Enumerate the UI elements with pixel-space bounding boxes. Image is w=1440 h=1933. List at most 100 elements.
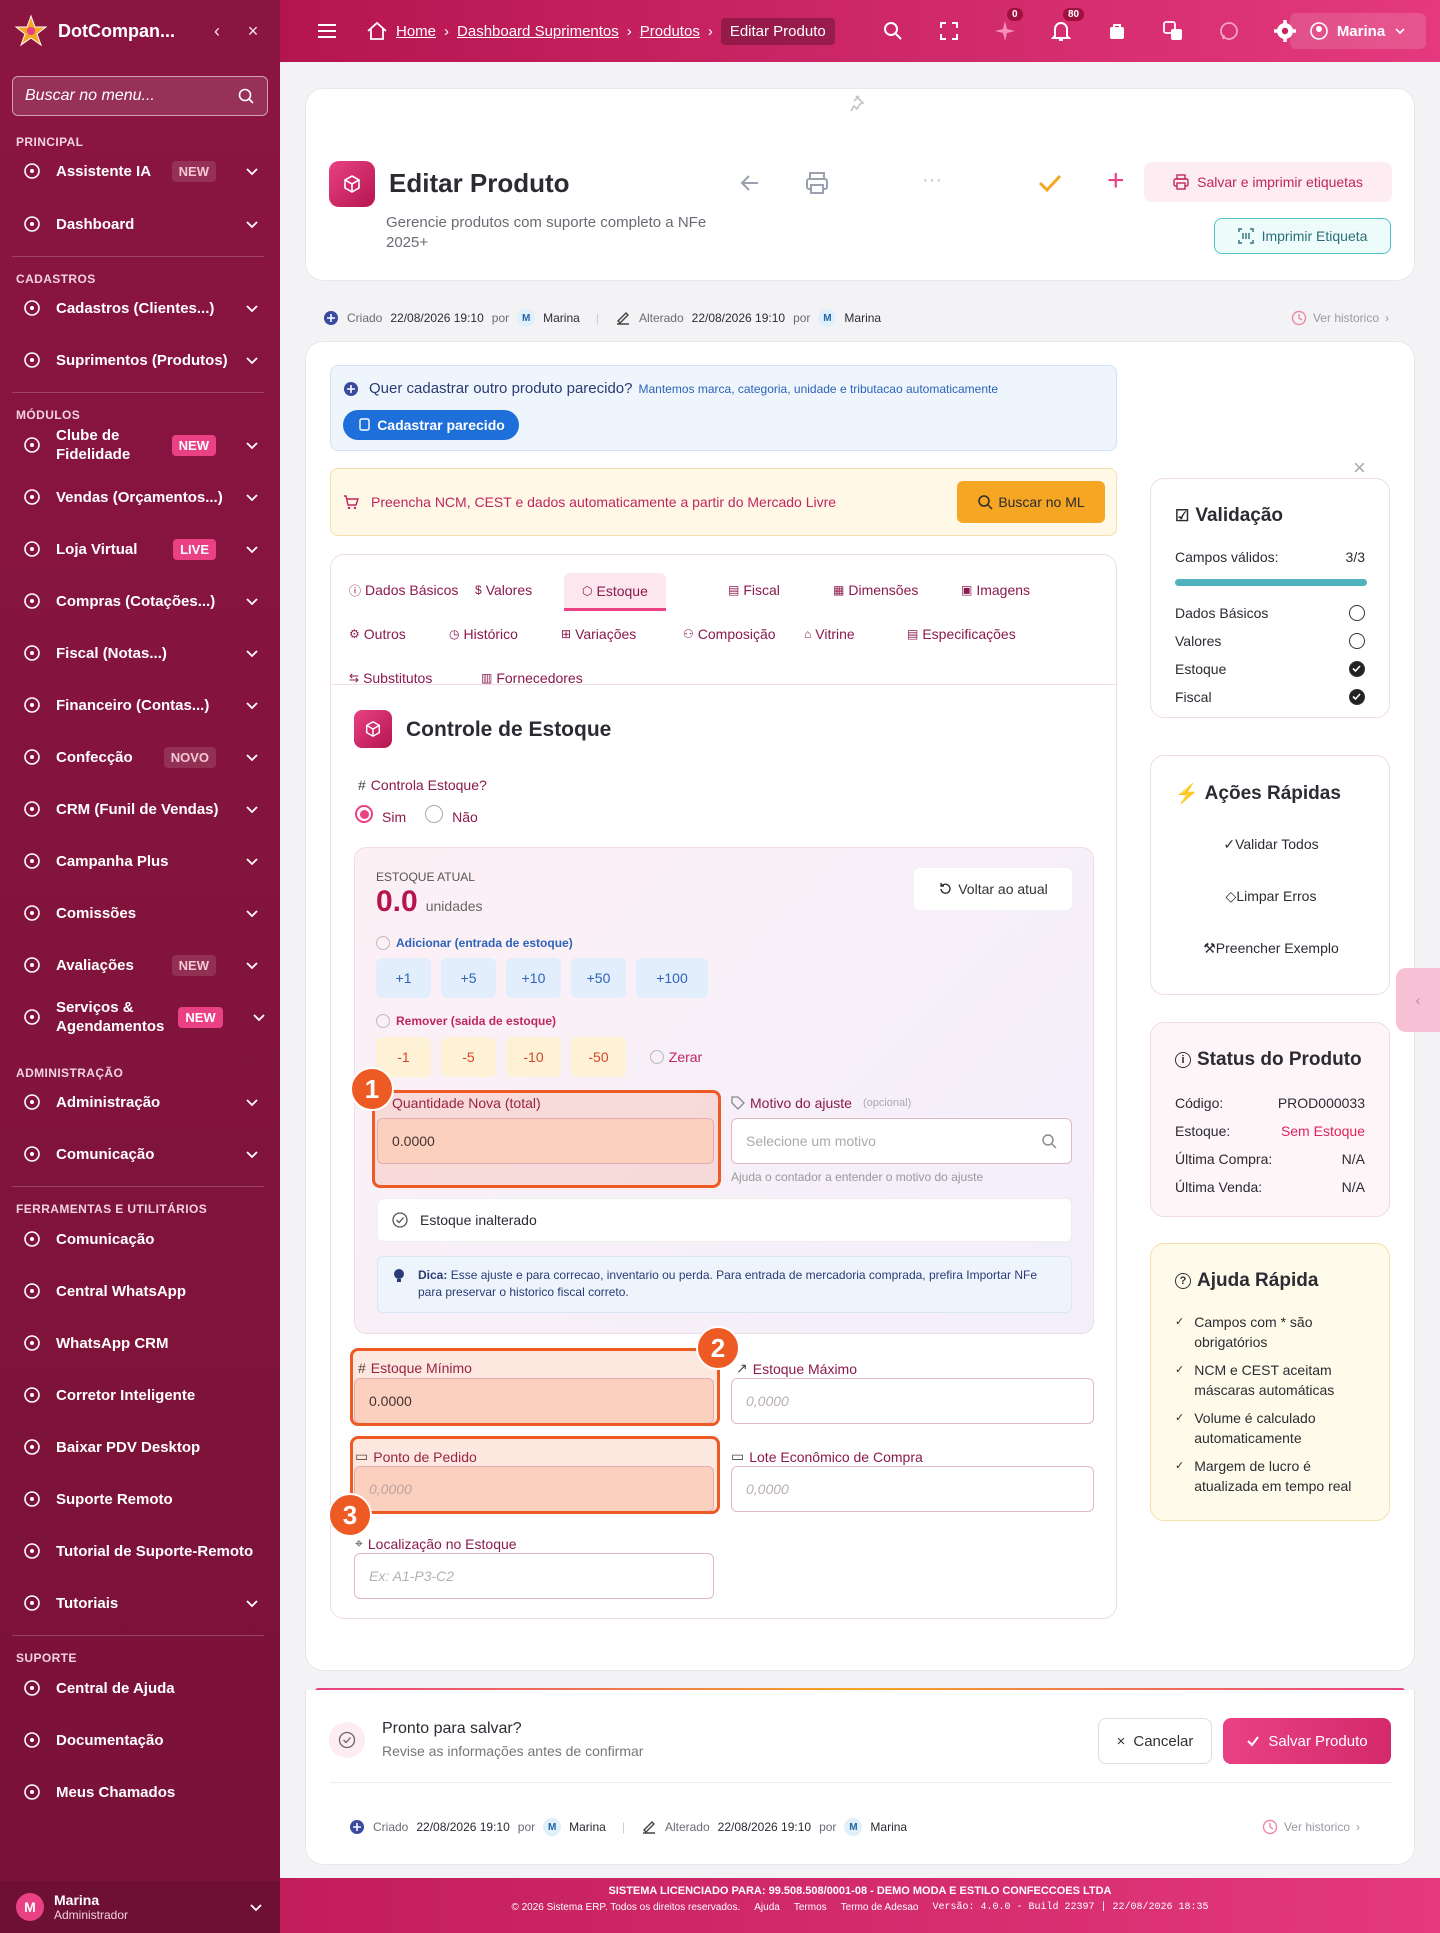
tab-histórico[interactable]: ◷ Histórico — [449, 615, 518, 653]
pin-icon[interactable] — [848, 93, 870, 115]
view-history-link[interactable]: Ver historico › — [1262, 1819, 1360, 1835]
remove-stock-button[interactable]: -5 — [441, 1037, 496, 1077]
sidebar-item-27[interactable]: Documentação — [0, 1729, 280, 1751]
sparkle-icon — [24, 163, 40, 179]
tab-icon: ▤ — [728, 583, 740, 597]
whatsapp-button[interactable] — [1201, 0, 1257, 62]
side-drawer-tab[interactable]: ‹ — [1396, 968, 1440, 1032]
sidebar-item-5[interactable]: Vendas (Orçamentos...) — [0, 486, 280, 508]
sidebar-item-16[interactable]: Administração — [0, 1091, 280, 1113]
breadcrumb-products[interactable]: Produtos — [640, 23, 700, 40]
search-ml-button[interactable]: Buscar no ML — [957, 481, 1105, 523]
sidebar-item-4[interactable]: Clube de Fidelidade NEW — [0, 425, 280, 465]
sidebar-item-6[interactable]: Loja Virtual LIVE — [0, 538, 280, 560]
fullscreen-button[interactable] — [921, 0, 977, 62]
location-input[interactable]: Ex: A1-P3-C2 — [354, 1553, 714, 1599]
add-stock-button[interactable]: +10 — [506, 958, 561, 998]
sidebar-item-24[interactable]: Tutorial de Suporte-Remoto — [0, 1540, 280, 1562]
tab-fiscal[interactable]: ▤ Fiscal — [728, 571, 780, 609]
sidebar-item-7[interactable]: Compras (Cotações...) — [0, 590, 280, 612]
footer-terms-link[interactable]: Termos — [794, 1902, 827, 1913]
sidebar-search-input[interactable]: Buscar no menu... — [12, 76, 268, 116]
sidebar-item-1[interactable]: Dashboard — [0, 213, 280, 235]
sidebar-item-10[interactable]: Confecção NOVO — [0, 746, 280, 768]
sidebar-item-22[interactable]: Baixar PDV Desktop — [0, 1436, 280, 1458]
footer-help-link[interactable]: Ajuda — [754, 1902, 780, 1913]
add-stock-button[interactable]: +5 — [441, 958, 496, 998]
eoq-input[interactable]: 0,0000 — [731, 1466, 1094, 1512]
sidebar-item-21[interactable]: Corretor Inteligente — [0, 1384, 280, 1406]
notifications-button[interactable]: 80 — [1033, 0, 1089, 62]
more-icon[interactable]: ··· — [922, 169, 942, 192]
tab-fornecedores[interactable]: ▥ Fornecedores — [481, 659, 583, 697]
apps-button[interactable] — [1089, 0, 1145, 62]
tab-valores[interactable]: $ Valores — [475, 571, 532, 609]
search-icon — [1042, 1134, 1057, 1149]
sidebar-item-11[interactable]: CRM (Funil de Vendas) — [0, 798, 280, 820]
sidebar-item-9[interactable]: Financeiro (Contas...) — [0, 694, 280, 716]
breadcrumb-home[interactable]: Home — [396, 23, 436, 40]
print-label-button[interactable]: Imprimir Etiqueta — [1214, 218, 1391, 254]
quick-action-button[interactable]: ◇Limpar Erros — [1151, 888, 1391, 905]
tab-especificações[interactable]: ▤ Especificações — [907, 615, 1016, 653]
sidebar-item-28[interactable]: Meus Chamados — [0, 1781, 280, 1803]
add-stock-button[interactable]: +100 — [636, 958, 708, 998]
sidebar-item-23[interactable]: Suporte Remoto — [0, 1488, 280, 1510]
footer-adhesion-link[interactable]: Termo de Adesao — [841, 1902, 919, 1913]
sidebar-item-25[interactable]: Tutoriais — [0, 1592, 280, 1614]
language-button[interactable] — [1145, 0, 1201, 62]
sidebar-item-12[interactable]: Campanha Plus — [0, 850, 280, 872]
sidebar-item-15[interactable]: Serviços & Agendamentos NEW — [0, 997, 280, 1037]
tab-estoque[interactable]: ⬡ Estoque — [564, 573, 666, 611]
tab-variações[interactable]: ⊞ Variações — [561, 615, 636, 653]
sidebar-item-20[interactable]: WhatsApp CRM — [0, 1332, 280, 1354]
sidebar-item-13[interactable]: Comissões — [0, 902, 280, 924]
radio-no[interactable] — [425, 805, 444, 823]
cancel-button[interactable]: × Cancelar — [1098, 1718, 1212, 1764]
save-print-labels-button[interactable]: Salvar e imprimir etiquetas — [1144, 162, 1392, 202]
save-product-button[interactable]: Salvar Produto — [1223, 1718, 1391, 1764]
back-to-current-button[interactable]: Voltar ao atual — [914, 868, 1072, 910]
sidebar-item-17[interactable]: Comunicação — [0, 1143, 280, 1165]
ai-button[interactable]: 0 — [977, 0, 1033, 62]
sidebar-item-26[interactable]: Central de Ajuda — [0, 1677, 280, 1699]
register-similar-button[interactable]: Cadastrar parecido — [343, 410, 519, 440]
tab-composição[interactable]: ⚇ Composição — [683, 615, 776, 653]
breadcrumb-dashboard[interactable]: Dashboard Suprimentos — [457, 23, 619, 40]
collapse-sidebar-button[interactable]: ‹ — [204, 18, 230, 44]
view-history-link[interactable]: Ver historico › — [1291, 310, 1389, 326]
printer-icon[interactable] — [804, 170, 830, 196]
sidebar-item-14[interactable]: Avaliações NEW — [0, 954, 280, 976]
tab-vitrine[interactable]: ⌂ Vitrine — [804, 615, 855, 653]
tab-dados-básicos[interactable]: ⓘ Dados Básicos — [349, 571, 458, 609]
add-stock-button[interactable]: +50 — [571, 958, 626, 998]
user-menu-button[interactable]: Marina — [1290, 13, 1426, 49]
max-stock-input[interactable]: 0,0000 — [731, 1378, 1094, 1424]
sidebar-item-2[interactable]: Cadastros (Clientes...) — [0, 297, 280, 319]
radio-yes[interactable] — [355, 805, 373, 823]
quick-action-button[interactable]: ⚒Preencher Exemplo — [1151, 940, 1391, 957]
tab-imagens[interactable]: ▣ Imagens — [961, 571, 1030, 609]
remove-stock-button[interactable]: -10 — [506, 1037, 561, 1077]
tab-outros[interactable]: ⚙ Outros — [349, 615, 406, 653]
check-icon[interactable] — [1036, 169, 1064, 197]
remove-stock-button[interactable]: -50 — [571, 1037, 626, 1077]
add-icon[interactable]: + — [1107, 164, 1125, 198]
sidebar-item-19[interactable]: Central WhatsApp — [0, 1280, 280, 1302]
menu-icon[interactable] — [318, 24, 336, 38]
sidebar-item-8[interactable]: Fiscal (Notas...) — [0, 642, 280, 664]
zero-stock-button[interactable]: Zerar — [645, 1037, 707, 1077]
sidebar-item-3[interactable]: Suprimentos (Produtos) — [0, 349, 280, 371]
sidebar-item-18[interactable]: Comunicação — [0, 1228, 280, 1250]
tab-substitutos[interactable]: ⇆ Substitutos — [349, 659, 432, 697]
sidebar-item-0[interactable]: Assistente IA NEW — [0, 160, 280, 182]
version-text: Versão: 4.0.0 - Build 22397 | 22/08/2026… — [932, 1902, 1209, 1913]
sidebar-user-menu[interactable]: M Marina Administrador — [0, 1881, 280, 1933]
quick-action-button[interactable]: ✓Validar Todos — [1151, 836, 1391, 853]
reason-select[interactable]: Selecione um motivo — [731, 1118, 1072, 1164]
tab-dimensões[interactable]: ▦ Dimensões — [833, 571, 918, 609]
close-sidebar-button[interactable]: × — [240, 18, 266, 44]
ai-search-button[interactable] — [865, 0, 921, 62]
add-stock-button[interactable]: +1 — [376, 958, 431, 998]
back-arrow-icon[interactable] — [738, 171, 762, 195]
